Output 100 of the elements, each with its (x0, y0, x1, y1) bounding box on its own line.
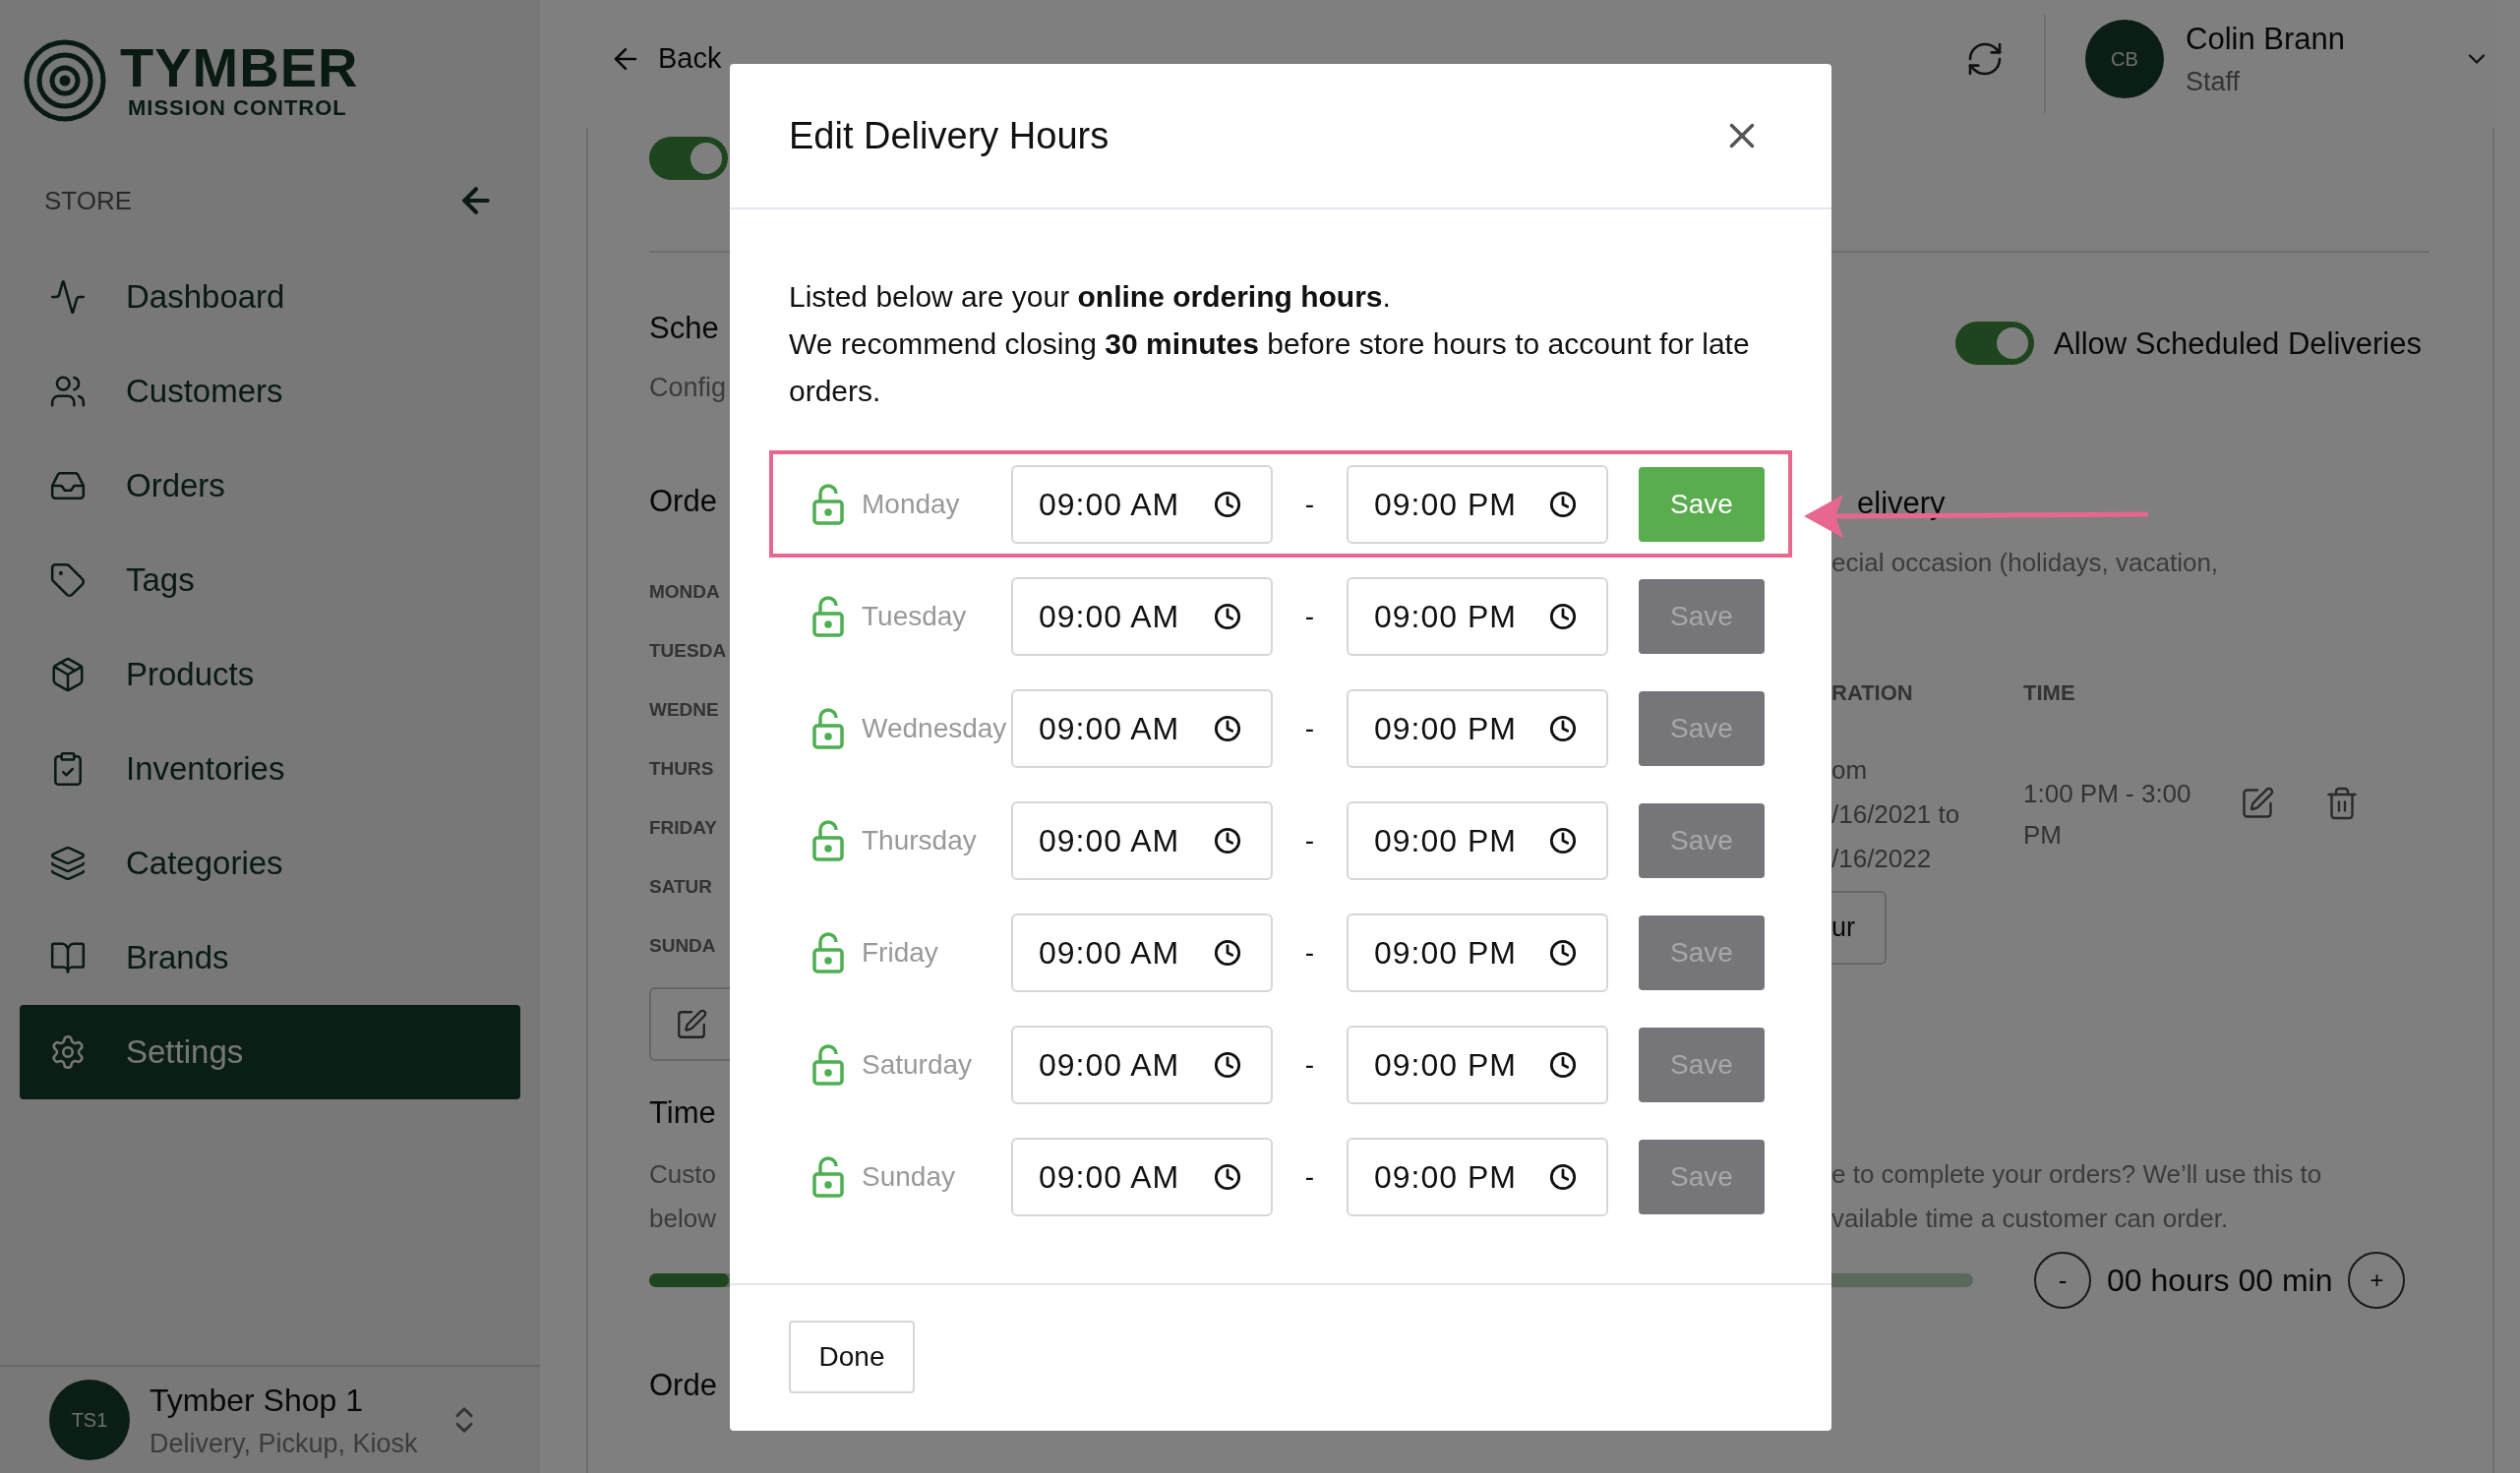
edit-icon (675, 1007, 708, 1041)
column-header: TIME (2023, 679, 2075, 707)
text-line: Custo (649, 1158, 717, 1191)
table-cell-text: 1:00 PM - 3:00 PM (2023, 778, 2192, 852)
day-label: THURS (649, 757, 715, 781)
clock-icon (1549, 714, 1577, 742)
section-heading: Orde (649, 1368, 717, 1402)
weekday-label: Tuesday (862, 599, 968, 633)
weekday-label: Friday (862, 935, 939, 970)
day-label: WEDNE (649, 698, 720, 722)
table-cell-text: /16/2022 (1831, 843, 1933, 875)
weekday-label: Saturday (862, 1047, 974, 1082)
nav-item[interactable]: Categories (20, 816, 520, 911)
clock-icon (1214, 714, 1241, 742)
clock-icon (1214, 938, 1241, 967)
settings-icon (49, 1033, 87, 1071)
clock-icon (1214, 602, 1241, 630)
toggle-switch[interactable] (1955, 322, 2035, 365)
day-label: TUESDA (649, 639, 728, 663)
section-heading: Orde (649, 483, 718, 520)
day-label: FRIDAY (649, 816, 718, 840)
clock-icon (1549, 1050, 1577, 1079)
range-separator: - (1303, 711, 1316, 745)
edit-icon[interactable] (2240, 786, 2275, 821)
nav-item[interactable]: Products (20, 627, 520, 722)
intro-text: Listed below are your online ordering hours. (789, 279, 1392, 315)
section-description: ecial occasion (holidays, vacation, (1831, 547, 2220, 579)
done-button[interactable]: Done (789, 1321, 915, 1393)
user-name: Colin Brann (2186, 20, 2346, 58)
clock-icon (1549, 826, 1577, 854)
column-header: RATION (1831, 679, 1914, 707)
user-avatar: CB (2085, 20, 2164, 98)
store-name: Tymber Shop 1 (150, 1381, 364, 1420)
clock-icon (1549, 602, 1577, 630)
intro-text: We recommend closing 30 minutes before store hours to account for late orders. (789, 326, 1751, 409)
time-field[interactable]: 09:00 PM (1347, 464, 1608, 544)
clock-icon (1549, 1162, 1577, 1191)
day-label: SATUR (649, 875, 714, 899)
clock-icon (1214, 1050, 1241, 1079)
section-description: Config (649, 372, 728, 404)
section-heading: elivery (1857, 485, 1946, 522)
weekday-label: Monday (862, 487, 961, 521)
unlocked-padlock-icon (812, 483, 844, 525)
section-heading: Time (649, 1094, 717, 1132)
nav-item[interactable]: Customers (20, 344, 520, 439)
decrement-button[interactable]: - (2034, 1252, 2091, 1309)
toggle-switch[interactable] (649, 137, 728, 180)
store-avatar: TS1 (49, 1380, 130, 1460)
table-cell-text: /16/2021 to (1831, 798, 1961, 831)
range-separator: - (1303, 823, 1316, 857)
nav-item[interactable]: Orders (20, 439, 520, 533)
store-services: Delivery, Pickup, Kiosk (150, 1427, 419, 1460)
section-heading: Sche (649, 310, 720, 347)
clock-icon (1214, 1162, 1241, 1191)
text-line: below (649, 1203, 717, 1235)
duration-value: 00 hours 00 min (2107, 1262, 2333, 1300)
text-line: vailable time a customer can order. (1831, 1203, 2230, 1235)
unlocked-padlock-icon (812, 819, 844, 861)
weekday-label: Sunday (862, 1159, 956, 1194)
range-separator: - (1303, 935, 1316, 970)
range-separator: - (1303, 1047, 1316, 1082)
pulse-icon (49, 278, 87, 316)
clock-icon (1214, 490, 1241, 518)
back-button[interactable]: Back (609, 37, 722, 81)
nav-item[interactable]: Brands (20, 911, 520, 1005)
save-button[interactable]: Save (1639, 466, 1765, 542)
text-line: e to complete your orders? We’ll use this to (1831, 1158, 2323, 1191)
time-field[interactable]: 09:00 AM (1011, 464, 1273, 544)
logo-subtitle: MISSION CONTROL (127, 95, 348, 121)
unlocked-padlock-icon (812, 595, 844, 637)
nav-item[interactable]: Tags (20, 533, 520, 627)
logo-icon (24, 39, 106, 122)
nav-item[interactable]: Inventories (20, 722, 520, 816)
table-cell-text: om (1831, 754, 1869, 787)
increment-button[interactable]: + (2348, 1252, 2406, 1309)
dialog-title: Edit Delivery Hours (789, 113, 1110, 158)
day-label: SUNDA (649, 934, 717, 958)
range-separator: - (1303, 487, 1316, 521)
unlocked-padlock-icon (812, 707, 844, 749)
weekday-label: Wednesday (862, 711, 1008, 745)
toggle-label: Allow Scheduled Deliveries (2054, 325, 2422, 363)
day-label: MONDA (649, 580, 721, 604)
tag-icon (49, 561, 87, 599)
unlocked-padlock-icon (812, 1043, 844, 1086)
layers-icon (49, 845, 87, 882)
clock-icon (1549, 490, 1577, 518)
logo-title: TYMBER (120, 40, 359, 95)
user-role: Staff (2186, 66, 2242, 98)
section-label: STORE (44, 184, 133, 217)
trash-icon[interactable] (2324, 786, 2360, 821)
nav-item[interactable]: Dashboard (20, 250, 520, 344)
clock-icon (1549, 938, 1577, 967)
unlocked-padlock-icon (812, 931, 844, 973)
box-icon (49, 656, 87, 693)
range-separator: - (1303, 1159, 1316, 1194)
clock-icon (1214, 826, 1241, 854)
range-separator: - (1303, 599, 1316, 633)
nav-item[interactable]: Settings (20, 1005, 520, 1099)
weekday-label: Thursday (862, 823, 978, 857)
unlocked-padlock-icon (812, 1155, 844, 1198)
